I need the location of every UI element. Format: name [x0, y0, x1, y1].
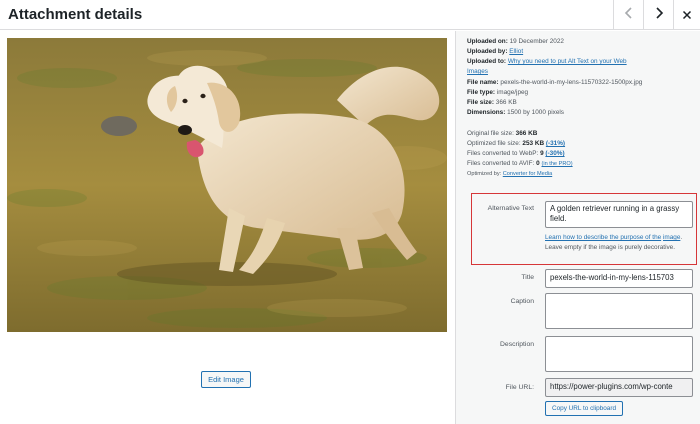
- alt-help-link-2[interactable]: image: [663, 234, 680, 241]
- file-url-label: File URL:: [505, 384, 534, 391]
- uploaded-to-link-2[interactable]: Images: [467, 68, 488, 75]
- description-field[interactable]: [545, 336, 693, 372]
- uploaded-to-link[interactable]: Why you need to put Alt Text on your Web: [508, 58, 627, 65]
- alt-help-link[interactable]: Learn how to describe the purpose of the: [545, 234, 661, 241]
- description-label: Description: [500, 341, 534, 348]
- optimized-percent-link[interactable]: (-31%): [546, 140, 565, 147]
- uploaded-by: Uploaded by: Elliot: [467, 48, 524, 55]
- close-button[interactable]: [673, 0, 700, 30]
- previous-button[interactable]: [613, 0, 643, 30]
- uploaded-to-continued: Images: [467, 67, 488, 77]
- file-name: File name: pexels-the-world-in-my-lens-1…: [467, 79, 643, 86]
- webp-percent-link[interactable]: (-30%): [545, 150, 564, 157]
- original-file-size: Original file size: 366 KB: [467, 130, 538, 137]
- avif-pro-link[interactable]: (in the PRO): [542, 161, 573, 167]
- optimized-file-size: Optimized file size: 253 KB (-31%): [467, 140, 566, 147]
- chevron-left-icon: [624, 6, 634, 24]
- uploaded-by-link[interactable]: Elliot: [509, 48, 523, 55]
- details-sidebar: Uploaded on: 19 December 2022 Uploaded b…: [455, 31, 700, 424]
- title-label: Title: [521, 274, 534, 281]
- copy-url-button[interactable]: Copy URL to clipboard: [545, 401, 623, 416]
- file-type: File type: image/jpeg: [467, 89, 529, 96]
- alt-text-help: Learn how to describe the purpose of the…: [545, 234, 683, 251]
- file-size: File size: 366 KB: [467, 99, 517, 106]
- uploaded-to: Uploaded to: Why you need to put Alt Tex…: [467, 58, 627, 65]
- alt-text-label: Alternative Text: [487, 205, 534, 212]
- modal-header: Attachment details: [0, 0, 700, 30]
- image-preview-panel: Edit Image: [0, 31, 455, 424]
- uploaded-on: Uploaded on: 19 December 2022: [467, 38, 564, 45]
- webp-converted: Files converted to WebP: 9 (-30%): [467, 150, 565, 157]
- caption-label: Caption: [510, 298, 534, 305]
- caption-field[interactable]: [545, 293, 693, 329]
- file-url-field[interactable]: https://power-plugins.com/wp-conte: [545, 378, 693, 397]
- title-field[interactable]: pexels-the-world-in-my-lens-115703: [545, 269, 693, 288]
- attachment-image: [7, 38, 447, 332]
- edit-image-button[interactable]: Edit Image: [201, 371, 251, 388]
- avif-converted: Files converted to AVIF: 0 (in the PRO): [467, 160, 573, 167]
- close-icon: [682, 7, 692, 24]
- next-button[interactable]: [643, 0, 673, 30]
- dimensions: Dimensions: 1500 by 1000 pixels: [467, 109, 564, 116]
- chevron-right-icon: [654, 6, 664, 24]
- converter-for-media-link[interactable]: Converter for Media: [503, 171, 552, 177]
- modal-title: Attachment details: [8, 6, 143, 23]
- optimized-by: Optimized by: Converter for Media: [467, 171, 553, 177]
- alt-text-field[interactable]: A golden retriever running in a grassy f…: [545, 201, 693, 228]
